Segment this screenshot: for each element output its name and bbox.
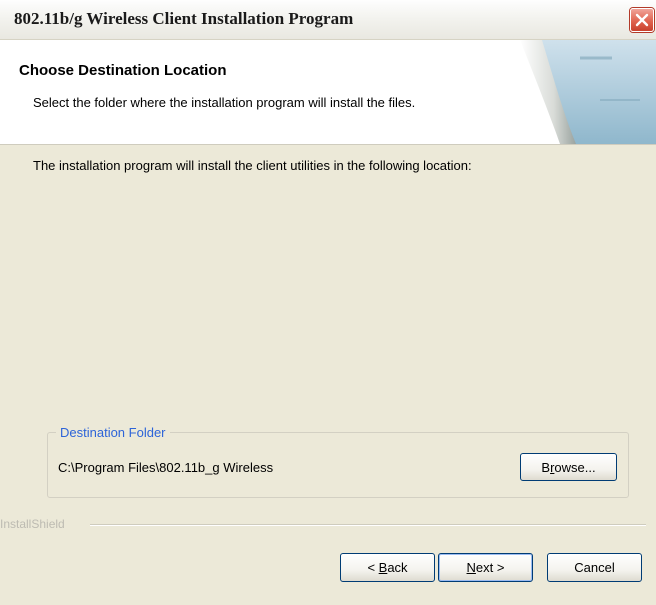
footer-divider bbox=[90, 524, 646, 526]
destination-path: C:\Program Files\802.11b_g Wireless bbox=[58, 460, 274, 475]
back-button[interactable]: < Back bbox=[340, 553, 435, 582]
window-title: 802.11b/g Wireless Client Installation P… bbox=[14, 9, 354, 28]
next-button[interactable]: Next > bbox=[438, 553, 533, 582]
next-label-key: N bbox=[466, 560, 476, 575]
installer-window: 802.11b/g Wireless Client Installation P… bbox=[0, 0, 656, 605]
back-label-key: B bbox=[378, 560, 388, 575]
installshield-brand: InstallShield bbox=[0, 517, 69, 531]
page-subtitle: Select the folder where the installation… bbox=[33, 95, 416, 110]
browse-label-pre: B bbox=[541, 459, 551, 475]
next-label-post: ext > bbox=[475, 560, 505, 575]
close-icon bbox=[635, 13, 649, 27]
install-location-message: The installation program will install th… bbox=[33, 158, 472, 173]
back-label-post: ack bbox=[387, 560, 408, 575]
page-curl-graphic bbox=[520, 40, 656, 144]
back-label-pre: < bbox=[367, 560, 379, 575]
close-button[interactable] bbox=[630, 8, 654, 32]
page-title: Choose Destination Location bbox=[19, 62, 227, 79]
browse-label-post: owse... bbox=[554, 459, 596, 475]
cancel-button[interactable]: Cancel bbox=[547, 553, 642, 582]
destination-folder-legend: Destination Folder bbox=[56, 425, 170, 440]
header-panel: Choose Destination Location Select the f… bbox=[0, 40, 656, 145]
browse-button[interactable]: Br owse... bbox=[520, 453, 617, 481]
title-bar: 802.11b/g Wireless Client Installation P… bbox=[0, 0, 656, 40]
cancel-label: Cancel bbox=[574, 560, 615, 575]
